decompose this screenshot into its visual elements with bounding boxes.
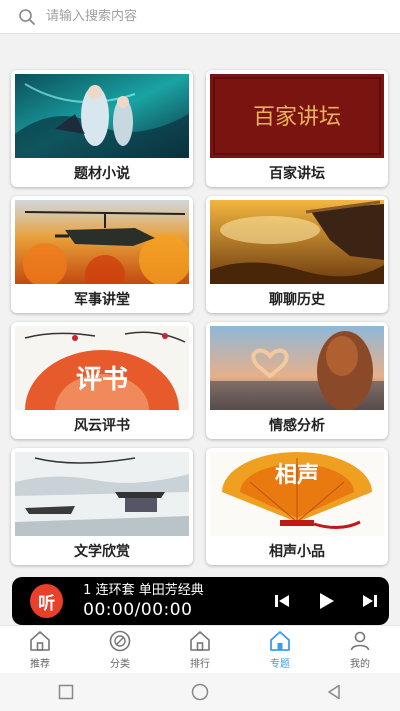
tab-recommend[interactable]: 推荐	[0, 629, 80, 670]
recent-apps-icon[interactable]	[57, 683, 75, 701]
player-time: 00:00/00:00	[83, 599, 193, 620]
player-controls	[257, 581, 389, 621]
category-label: 百家讲坛	[269, 166, 325, 182]
play-button[interactable]	[307, 581, 345, 621]
search-bar[interactable]	[0, 0, 400, 34]
category-image-novel	[15, 74, 189, 158]
player-track-title: 1 连环套 单田芳经典	[83, 582, 204, 598]
search-icon	[18, 8, 36, 26]
home-icon	[190, 631, 210, 651]
prev-icon	[275, 595, 289, 607]
category-image-history	[210, 200, 384, 284]
search-input[interactable]	[46, 9, 346, 24]
category-image-literature	[15, 452, 189, 536]
category-art-text: 百家讲坛	[253, 105, 341, 130]
category-label: 聊聊历史	[269, 292, 325, 308]
tab-label: 专题	[270, 659, 290, 670]
prev-button[interactable]	[263, 581, 301, 621]
player-info: 1 连环套 单田芳经典 00:00/00:00	[83, 582, 249, 621]
category-image-lecture: 百家讲坛	[210, 74, 384, 158]
tab-mine[interactable]: 我的	[320, 629, 400, 670]
tab-label: 排行	[190, 659, 210, 670]
category-label: 相声小品	[269, 544, 325, 560]
tab-categories[interactable]: 分类	[80, 629, 160, 670]
next-button[interactable]	[351, 581, 389, 621]
back-icon[interactable]	[325, 683, 343, 701]
category-label: 风云评书	[74, 418, 130, 434]
category-card-history[interactable]: 聊聊历史	[206, 196, 388, 313]
tab-label: 我的	[350, 659, 370, 670]
category-label: 文学欣赏	[74, 544, 130, 560]
tab-topics[interactable]: 专题	[240, 629, 320, 670]
disc-icon	[109, 630, 131, 652]
home-icon	[30, 631, 50, 651]
person-icon	[350, 631, 370, 651]
tab-label: 分类	[110, 659, 130, 670]
home-button-icon[interactable]	[190, 682, 210, 702]
category-card-literature[interactable]: 文学欣赏	[11, 448, 193, 565]
player-logo: 听	[30, 584, 64, 618]
home-icon	[270, 631, 290, 651]
category-card-emotion[interactable]: 情感分析	[206, 322, 388, 439]
category-art-text: 相声	[275, 463, 319, 488]
mini-player[interactable]: 听 1 连环套 单田芳经典 00:00/00:00	[12, 577, 389, 625]
category-image-emotion	[210, 326, 384, 410]
category-image-crosstalk: 相声	[210, 452, 384, 536]
category-label: 题材小说	[74, 166, 130, 182]
category-card-novel[interactable]: 题材小说	[11, 70, 193, 187]
tab-ranking[interactable]: 排行	[160, 629, 240, 670]
category-label: 军事讲堂	[74, 292, 130, 308]
category-card-storytelling[interactable]: 评书 风云评书	[11, 322, 193, 439]
category-label: 情感分析	[269, 418, 325, 434]
play-icon	[320, 593, 334, 609]
category-card-military[interactable]: 军事讲堂	[11, 196, 193, 313]
system-nav-bar	[0, 673, 400, 711]
category-card-crosstalk[interactable]: 相声 相声小品	[206, 448, 388, 565]
tab-label: 推荐	[30, 659, 50, 670]
category-image-storytelling: 评书	[15, 326, 189, 410]
bottom-tab-bar: 推荐 分类 排行 专题 我的	[0, 625, 400, 673]
next-icon	[363, 595, 377, 607]
category-card-lecture[interactable]: 百家讲坛 百家讲坛	[206, 70, 388, 187]
category-art-text: 评书	[76, 365, 128, 395]
category-image-military	[15, 200, 189, 284]
